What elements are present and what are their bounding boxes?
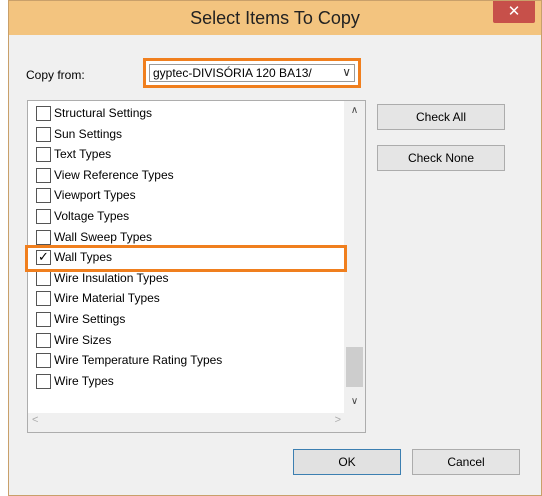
list-item[interactable]: Wall Sweep Types — [28, 227, 340, 248]
list-item[interactable]: Wire Types — [28, 371, 340, 392]
list-item[interactable]: Sun Settings — [28, 124, 340, 145]
item-checkbox[interactable]: ✓ — [36, 250, 51, 266]
list-item[interactable]: Viewport Types — [28, 185, 340, 206]
copy-from-highlight: gyptec-DIVISÓRIA 120 BA13/ ∨ — [143, 58, 361, 88]
scroll-left-icon[interactable]: < — [32, 414, 38, 426]
list-item[interactable]: Wire Insulation Types — [28, 268, 340, 289]
dialog-title: Select Items To Copy — [190, 8, 360, 28]
scroll-thumb[interactable] — [346, 347, 363, 387]
vertical-scrollbar[interactable]: ∧ ∨ — [344, 101, 365, 414]
item-label: Structural Settings — [54, 106, 153, 120]
item-label: Wire Settings — [54, 312, 126, 326]
title-bar: Select Items To Copy ✕ — [9, 1, 541, 35]
item-label: Wire Insulation Types — [54, 270, 169, 285]
item-label: Wall Sweep Types — [54, 229, 153, 244]
list-item[interactable]: View Reference Types — [28, 165, 340, 186]
list-item[interactable]: Text Types — [28, 144, 340, 165]
scroll-up-icon[interactable]: ∧ — [344, 105, 365, 121]
item-checkbox[interactable] — [36, 209, 51, 224]
item-checkbox[interactable] — [36, 291, 51, 307]
item-checkbox[interactable] — [36, 229, 51, 245]
item-checkbox[interactable] — [36, 332, 51, 348]
item-label: Text Types — [54, 147, 112, 162]
item-checkbox[interactable] — [36, 312, 51, 327]
item-label: Wire Sizes — [54, 332, 112, 347]
item-label: Voltage Types — [54, 209, 130, 223]
copy-from-dropdown[interactable]: gyptec-DIVISÓRIA 120 BA13/ ∨ — [149, 64, 355, 82]
list-item[interactable]: Wire Temperature Rating Types — [28, 350, 340, 371]
item-label: Wire Material Types — [54, 291, 160, 306]
scroll-down-icon[interactable]: ∨ — [344, 396, 365, 412]
close-button[interactable]: ✕ — [493, 1, 535, 23]
item-label: Wire Types — [54, 373, 114, 388]
check-none-button[interactable]: Check None — [377, 145, 505, 171]
item-checkbox[interactable] — [36, 126, 51, 142]
scroll-right-icon[interactable]: > — [335, 414, 341, 426]
list-item[interactable]: Wire Settings — [28, 309, 340, 330]
list-item[interactable]: Wire Material Types — [28, 288, 340, 309]
check-all-button[interactable]: Check All — [377, 104, 505, 130]
item-checkbox[interactable] — [36, 188, 51, 204]
list-item[interactable]: Wire Sizes — [28, 330, 340, 351]
list-item[interactable]: Voltage Types — [28, 206, 340, 227]
ok-button[interactable]: OK — [293, 449, 401, 475]
chevron-down-icon[interactable]: ∨ — [342, 65, 351, 79]
item-checkbox[interactable] — [36, 353, 51, 369]
copy-from-label: Copy from: — [26, 68, 85, 82]
copy-from-value: gyptec-DIVISÓRIA 120 BA13/ — [153, 66, 312, 80]
horizontal-scrollbar[interactable]: < > — [28, 413, 365, 432]
item-label: View Reference Types — [54, 167, 174, 182]
item-label: Viewport Types — [54, 188, 136, 203]
item-checkbox[interactable] — [36, 106, 51, 121]
item-checkbox[interactable] — [36, 167, 51, 183]
item-label: Wall Types — [54, 250, 113, 265]
item-checkbox[interactable] — [36, 270, 51, 286]
cancel-button[interactable]: Cancel — [412, 449, 520, 475]
list-item[interactable]: Structural Settings — [28, 103, 340, 124]
items-list[interactable]: Structural Settings Sun Settings Text Type… — [27, 100, 366, 433]
item-label: Wire Temperature Rating Types — [54, 353, 223, 368]
item-label: Sun Settings — [54, 126, 123, 141]
item-checkbox[interactable] — [36, 147, 51, 163]
list-item[interactable]: ✓ Wall Types — [28, 247, 340, 268]
item-checkbox[interactable] — [36, 373, 51, 389]
